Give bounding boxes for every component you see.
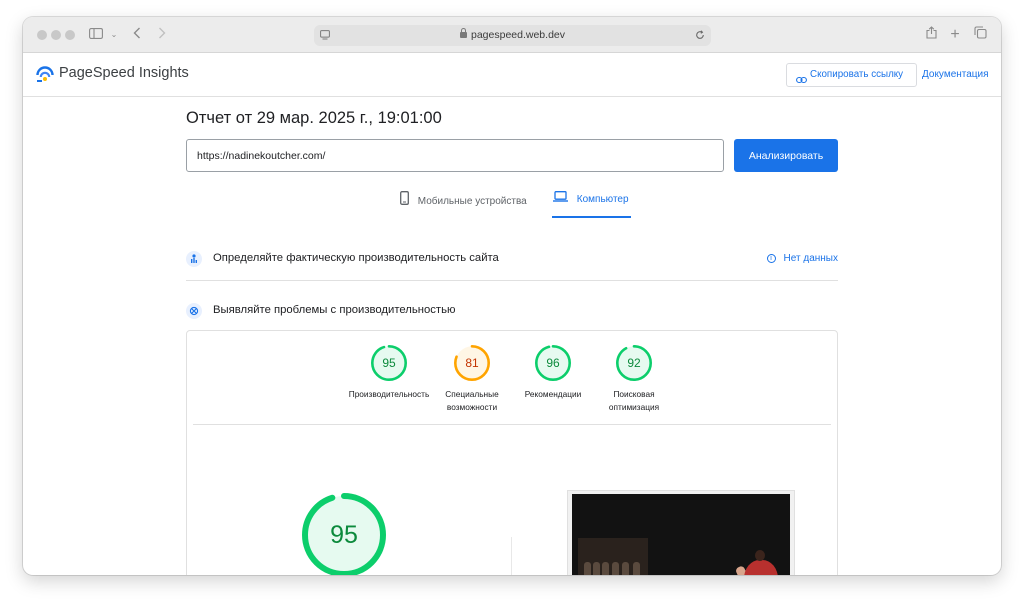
score-value: 92: [627, 356, 641, 370]
tab-desktop[interactable]: Компьютер: [552, 191, 631, 218]
docs-link[interactable]: Документация: [922, 69, 989, 80]
score-label: Производительность: [348, 389, 430, 399]
page-icon: [320, 25, 330, 46]
main-content: Отчет от 29 мар. 2025 г., 19:01:00 Анали…: [23, 98, 1001, 575]
share-icon[interactable]: [922, 26, 940, 44]
app-header: PageSpeed Insights Скопировать ссылку До…: [23, 53, 1001, 97]
score-gauge: 96: [535, 345, 571, 381]
score-best-practices[interactable]: 96 Рекомендации: [508, 345, 598, 401]
report-title: Отчет от 29 мар. 2025 г., 19:01:00: [186, 109, 442, 127]
score-label: Специальные возможности: [445, 389, 499, 412]
big-score-value: 95: [330, 521, 358, 549]
field-data-section[interactable]: Определяйте фактическую производительнос…: [186, 251, 838, 269]
score-value: 96: [546, 356, 560, 370]
diagnostics-icon: [186, 303, 202, 319]
pagespeed-logo-icon[interactable]: [36, 66, 54, 82]
score-gauge: 92: [616, 345, 652, 381]
forward-icon[interactable]: [153, 26, 171, 44]
no-data-status[interactable]: i Нет данных: [766, 253, 838, 264]
field-data-title: Определяйте фактическую производительнос…: [213, 252, 499, 264]
link-icon: [796, 71, 807, 84]
tab-desktop-label: Компьютер: [576, 194, 629, 206]
address-url: pagespeed.web.dev: [471, 29, 565, 41]
score-seo[interactable]: 92 Поисковая оптимизация: [589, 345, 679, 414]
info-icon: i: [766, 254, 776, 263]
tabs-icon[interactable]: [971, 26, 989, 44]
column-divider: [511, 537, 512, 575]
new-tab-icon[interactable]: +: [946, 26, 964, 44]
site-preview-image: [572, 494, 790, 575]
no-data-label: Нет данных: [783, 253, 838, 264]
browser-toolbar: ⌄ pagespeed.web.dev +: [23, 17, 1001, 53]
close-window-button[interactable]: [37, 30, 47, 40]
url-input[interactable]: [186, 139, 724, 172]
tab-mobile-label: Мобильные устройства: [417, 195, 527, 207]
laptop-icon: [553, 191, 571, 202]
users-chart-icon: [186, 251, 202, 267]
phone-icon: [400, 191, 412, 205]
score-accessibility[interactable]: 81 Специальные возможности: [427, 345, 517, 414]
section-divider: [186, 280, 838, 281]
minimize-window-button[interactable]: [51, 30, 61, 40]
lab-data-title: Выявляйте проблемы с производительностью: [213, 304, 456, 316]
score-value: 81: [465, 356, 479, 370]
browser-window: ⌄ pagespeed.web.dev + PageSpeed Insights…: [23, 17, 1001, 575]
page-screenshot-thumbnail: [567, 490, 795, 575]
singer-head: [755, 550, 765, 561]
score-label: Рекомендации: [524, 389, 582, 399]
stage-photo: [578, 538, 648, 575]
lab-data-section: Выявляйте проблемы с производительностью: [186, 303, 838, 321]
zoom-window-button[interactable]: [65, 30, 75, 40]
sidebar-icon[interactable]: [87, 26, 105, 44]
score-value: 95: [382, 356, 396, 370]
copy-link-label: Скопировать ссылку: [810, 69, 904, 80]
score-performance[interactable]: 95 Производительность: [344, 345, 434, 401]
brand-title[interactable]: PageSpeed Insights: [59, 65, 189, 81]
singer-figure: [744, 560, 778, 575]
chevron-down-icon[interactable]: ⌄: [105, 26, 123, 44]
lab-results-card: 95 Производительность 81 Специальные воз…: [186, 330, 838, 575]
score-label: Поисковая оптимизация: [608, 389, 660, 412]
score-gauge: 95: [371, 345, 407, 381]
lock-icon: [460, 28, 467, 38]
address-bar[interactable]: pagespeed.web.dev: [314, 25, 711, 46]
tab-mobile[interactable]: Мобильные устройства: [400, 191, 527, 217]
reload-icon[interactable]: [695, 25, 705, 46]
copy-link-button[interactable]: Скопировать ссылку: [786, 63, 917, 87]
analyze-button[interactable]: Анализировать: [734, 139, 838, 172]
card-divider: [193, 424, 831, 425]
performance-big-gauge: 95: [302, 493, 386, 575]
score-gauge: 81: [454, 345, 490, 381]
back-icon[interactable]: [128, 26, 146, 44]
